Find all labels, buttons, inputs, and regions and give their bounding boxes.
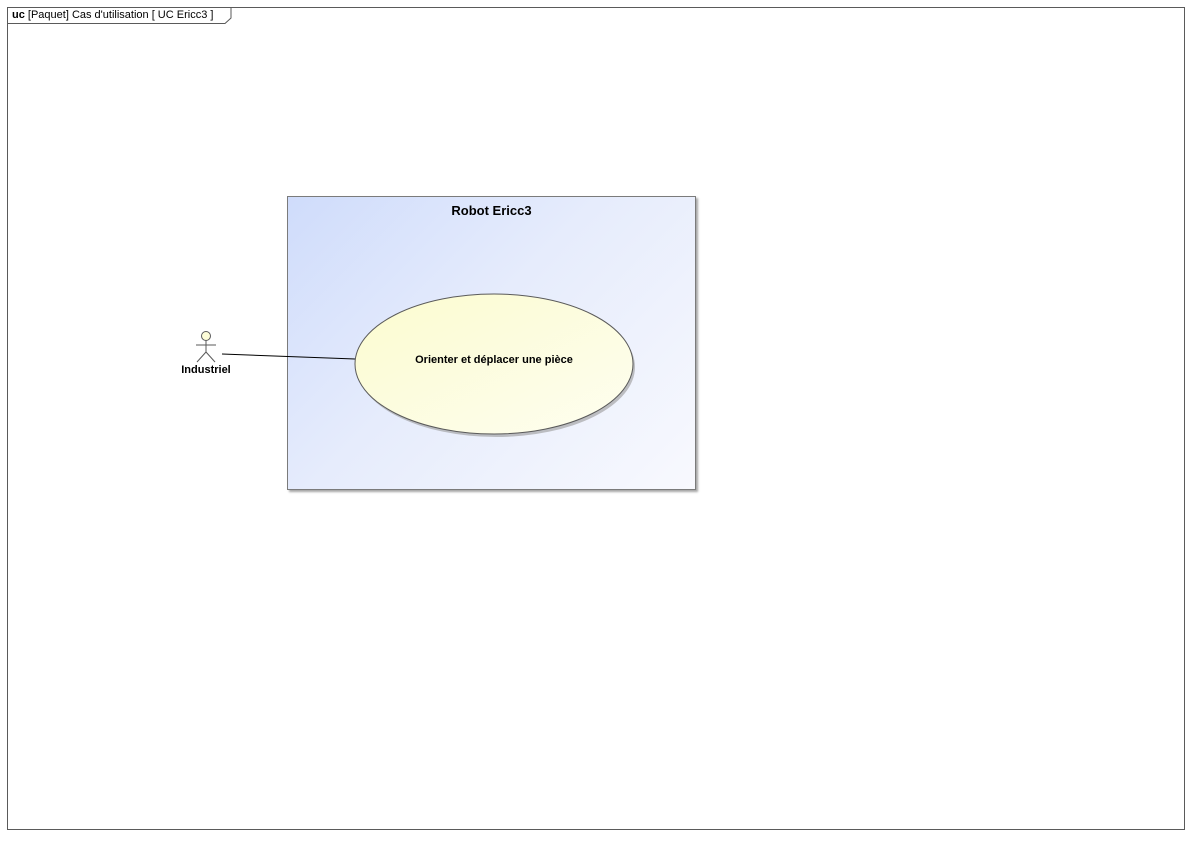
actor-leg-right — [205, 351, 216, 363]
actor-icon[interactable] — [196, 331, 216, 363]
association-line[interactable] — [221, 353, 356, 360]
diagram-overlay — [196, 293, 635, 437]
actor-label: Industriel — [181, 364, 231, 376]
diagram-canvas: uc [Paquet] Cas d'utilisation [ UC Ericc… — [0, 0, 1200, 846]
actor-leg-left — [196, 351, 207, 363]
use-case-label: Orienter et déplacer une pièce — [415, 354, 573, 366]
actor-head — [201, 331, 211, 341]
